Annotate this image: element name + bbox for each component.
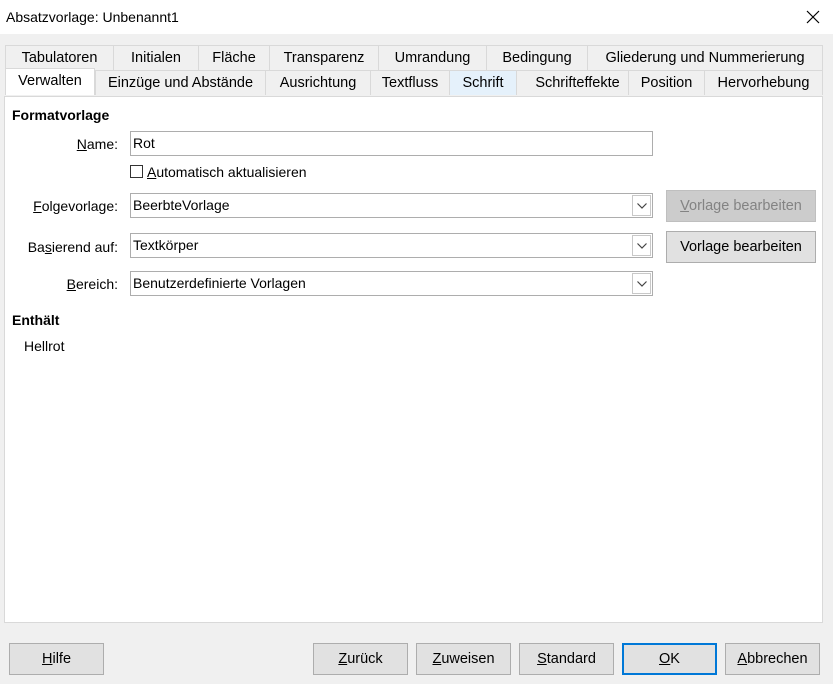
tab-bedingung[interactable]: Bedingung bbox=[486, 45, 588, 70]
contains-value: Hellrot bbox=[24, 338, 65, 354]
tab-gliederung-und-nummerierung[interactable]: Gliederung und Nummerierung bbox=[587, 45, 823, 70]
tab-ausrichtung[interactable]: Ausrichtung bbox=[265, 70, 371, 95]
based-on-dropdown-button[interactable] bbox=[632, 235, 651, 256]
tab-hervorhebung[interactable]: Hervorhebung bbox=[704, 70, 823, 95]
chevron-down-icon bbox=[637, 203, 647, 209]
tab-position[interactable]: Position bbox=[628, 70, 705, 95]
tab-initialen[interactable]: Initialen bbox=[113, 45, 199, 70]
close-button[interactable] bbox=[798, 4, 828, 30]
chevron-down-icon bbox=[637, 281, 647, 287]
area-value: Benutzerdefinierte Vorlagen bbox=[133, 275, 306, 291]
assign-button[interactable]: Zuweisen bbox=[416, 643, 511, 675]
cancel-button[interactable]: Abbrechen bbox=[725, 643, 820, 675]
next-style-label: Folgevorlage: bbox=[33, 198, 118, 214]
tab-panel-verwalten bbox=[4, 96, 823, 623]
next-style-select[interactable]: BeerbteVorlage bbox=[130, 193, 653, 218]
tab-flaeche[interactable]: Fläche bbox=[198, 45, 270, 70]
edit-based-style-button[interactable]: Vorlage bearbeiten bbox=[666, 231, 816, 263]
tab-textfluss[interactable]: Textfluss bbox=[370, 70, 450, 95]
tab-schrifteffekte[interactable]: Schrifteffekte bbox=[516, 70, 639, 95]
chevron-down-icon bbox=[637, 243, 647, 249]
tab-transparenz[interactable]: Transparenz bbox=[269, 45, 379, 70]
based-on-select[interactable]: Textkörper bbox=[130, 233, 653, 258]
name-input[interactable]: Rot bbox=[130, 131, 653, 156]
area-dropdown-button[interactable] bbox=[632, 273, 651, 294]
window-title: Absatzvorlage: Unbenannt1 bbox=[6, 9, 179, 25]
tab-tabulatoren[interactable]: Tabulatoren bbox=[5, 45, 114, 70]
tab-schrift[interactable]: Schrift bbox=[449, 70, 517, 95]
ok-button[interactable]: OK bbox=[622, 643, 717, 675]
tab-verwalten[interactable]: Verwalten bbox=[5, 68, 95, 95]
section-heading-formatvorlage: Formatvorlage bbox=[12, 107, 110, 123]
standard-button[interactable]: Standard bbox=[519, 643, 614, 675]
back-button[interactable]: Zurück bbox=[313, 643, 408, 675]
edit-next-style-button[interactable]: Vorlage bearbeiten bbox=[666, 190, 816, 222]
tab-einzuege-und-abstaende[interactable]: Einzüge und Abstände bbox=[95, 70, 266, 95]
name-label: Name: bbox=[76, 136, 118, 152]
area-select[interactable]: Benutzerdefinierte Vorlagen bbox=[130, 271, 653, 296]
based-on-label: Basierend auf: bbox=[27, 239, 118, 255]
section-heading-contains: Enthält bbox=[12, 312, 60, 328]
title-bar: Absatzvorlage: Unbenannt1 bbox=[0, 0, 833, 34]
auto-update-label: Automatisch aktualisieren bbox=[147, 164, 307, 180]
help-button[interactable]: Hilfe bbox=[9, 643, 104, 675]
close-icon bbox=[806, 10, 820, 24]
auto-update-checkbox[interactable] bbox=[130, 165, 143, 178]
tab-umrandung[interactable]: Umrandung bbox=[378, 45, 487, 70]
next-style-value: BeerbteVorlage bbox=[133, 197, 230, 213]
based-on-value: Textkörper bbox=[133, 237, 199, 253]
area-label: Bereich: bbox=[66, 276, 118, 292]
next-style-dropdown-button[interactable] bbox=[632, 195, 651, 216]
